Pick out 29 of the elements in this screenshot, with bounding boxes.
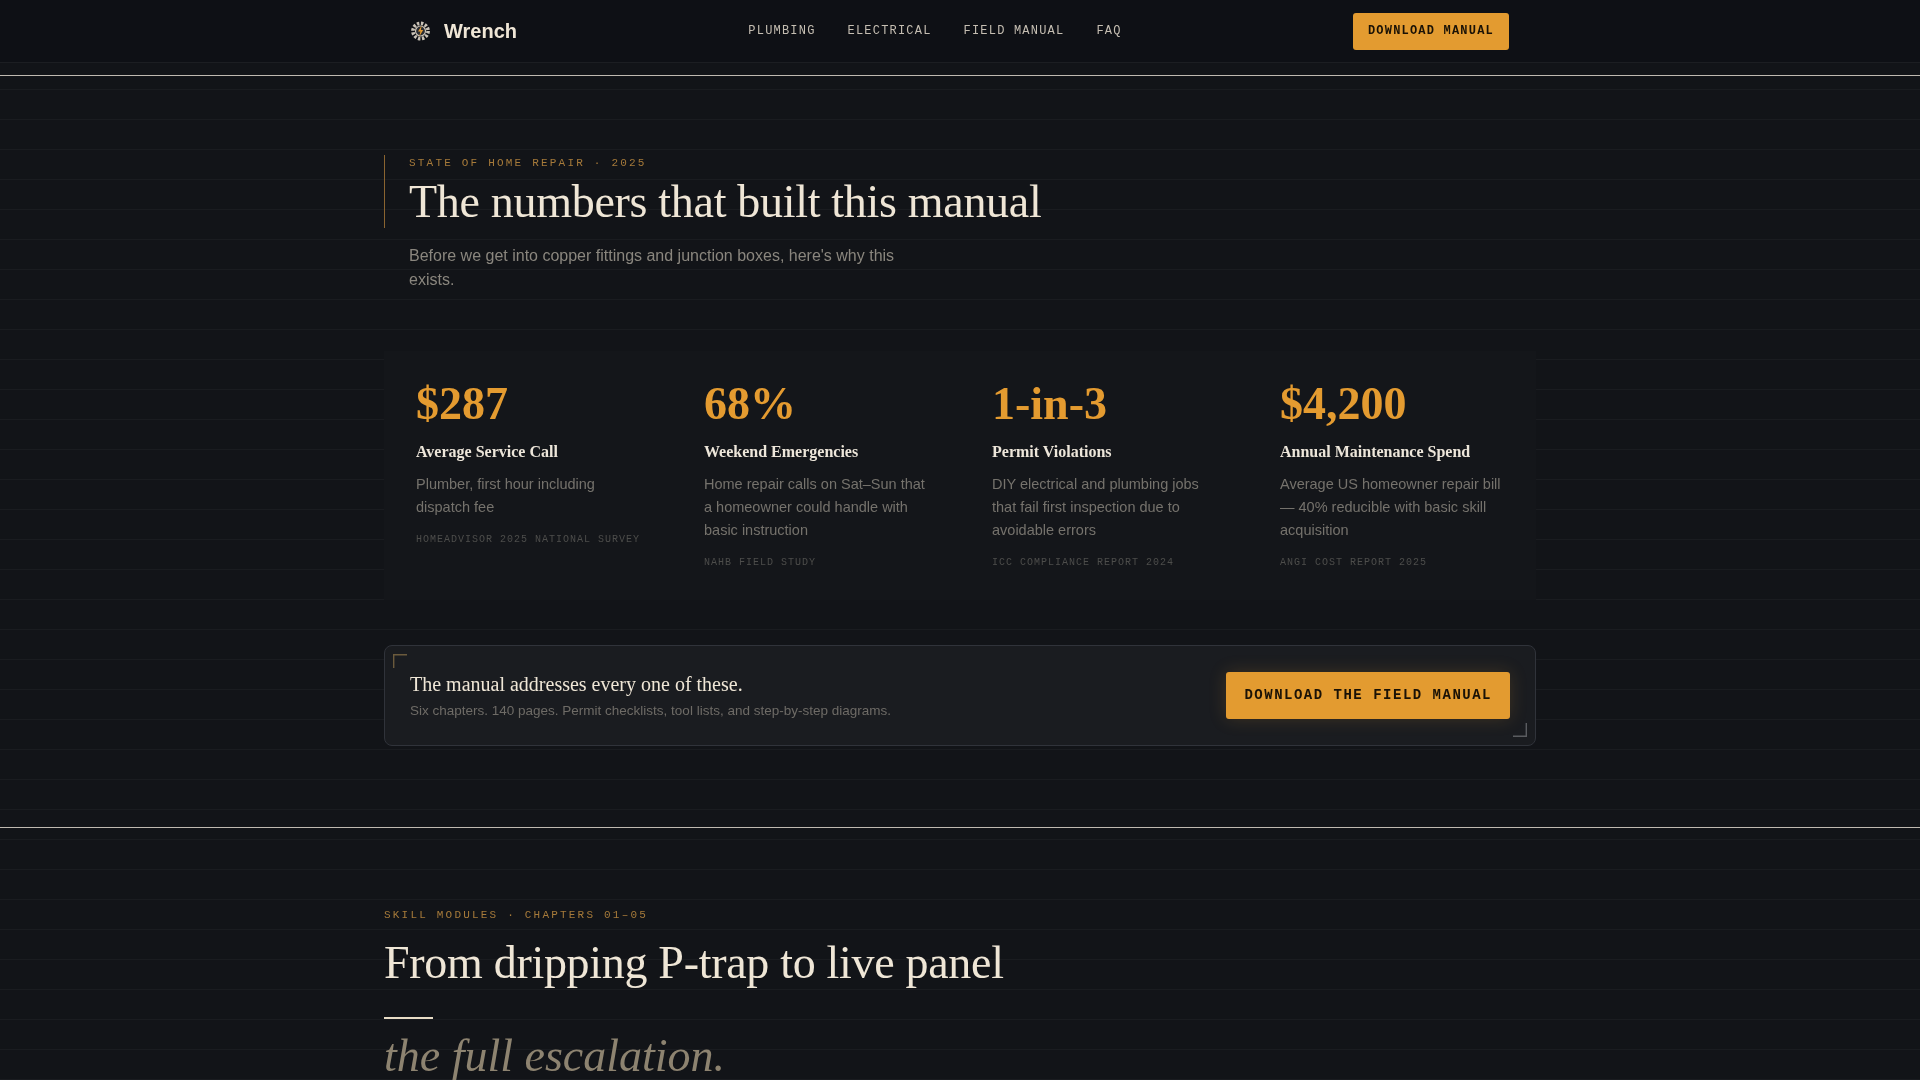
corner-mark-icon (393, 654, 407, 668)
stat-label: Average Service Call (416, 442, 559, 463)
download-button[interactable]: DOWNLOAD THE FIELD MANUAL (1226, 672, 1510, 719)
nav-link[interactable]: FIELD MANUAL (963, 23, 1065, 39)
nav-link[interactable]: ELECTRICAL (847, 23, 932, 39)
stat-label: Permit Violations (992, 442, 1113, 462)
stat-description: DIY electrical and plumbing jobs that fail first inspection due to avoidable errors (992, 475, 1200, 540)
stat-value: $287 (416, 379, 509, 429)
stat-description: Plumber, first hour including dispatch fee (416, 475, 596, 517)
corner-mark-icon (1513, 723, 1527, 737)
nav-link[interactable]: PLUMBING (748, 23, 816, 39)
stat-label: Annual Maintenance Spend (1280, 442, 1472, 463)
intro-text: Before we get into copper fittings and junction boxes, here's why this exists. (408, 246, 896, 290)
stat-value: $4,200 (1280, 379, 1408, 429)
page-heading: The numbers that built this manual (409, 175, 1043, 228)
stat-label: Weekend Emergencies (704, 442, 860, 463)
stat-description: Home repair calls on Sat–Sun that a homeowner could handle with basic instruction (704, 475, 926, 540)
callout-title: The manual addresses every one of these. (410, 672, 744, 698)
brand-logo[interactable]: Wrench (411, 16, 517, 46)
gear-icon (411, 21, 430, 41)
nav-link[interactable]: FAQ (1096, 23, 1122, 39)
eyebrow-text: SKILL MODULES · CHAPTERS 01–05 (384, 908, 650, 923)
eyebrow-text: STATE OF HOME REPAIR · 2025 (409, 156, 648, 171)
callout-text: Six chapters. 140 pages. Permit checklists, tool lists, and step-by-step diagrams. (410, 702, 891, 720)
section-heading: From dripping P-trap to live panel (384, 936, 1005, 989)
download-button[interactable]: DOWNLOAD MANUAL (1352, 12, 1509, 50)
stat-value: 1-in-3 (992, 379, 1108, 429)
stat-description: Average US homeowner repair bill — 40% reducible with basic skill acquisition (1280, 475, 1502, 540)
stat-value: 68% (704, 379, 797, 429)
